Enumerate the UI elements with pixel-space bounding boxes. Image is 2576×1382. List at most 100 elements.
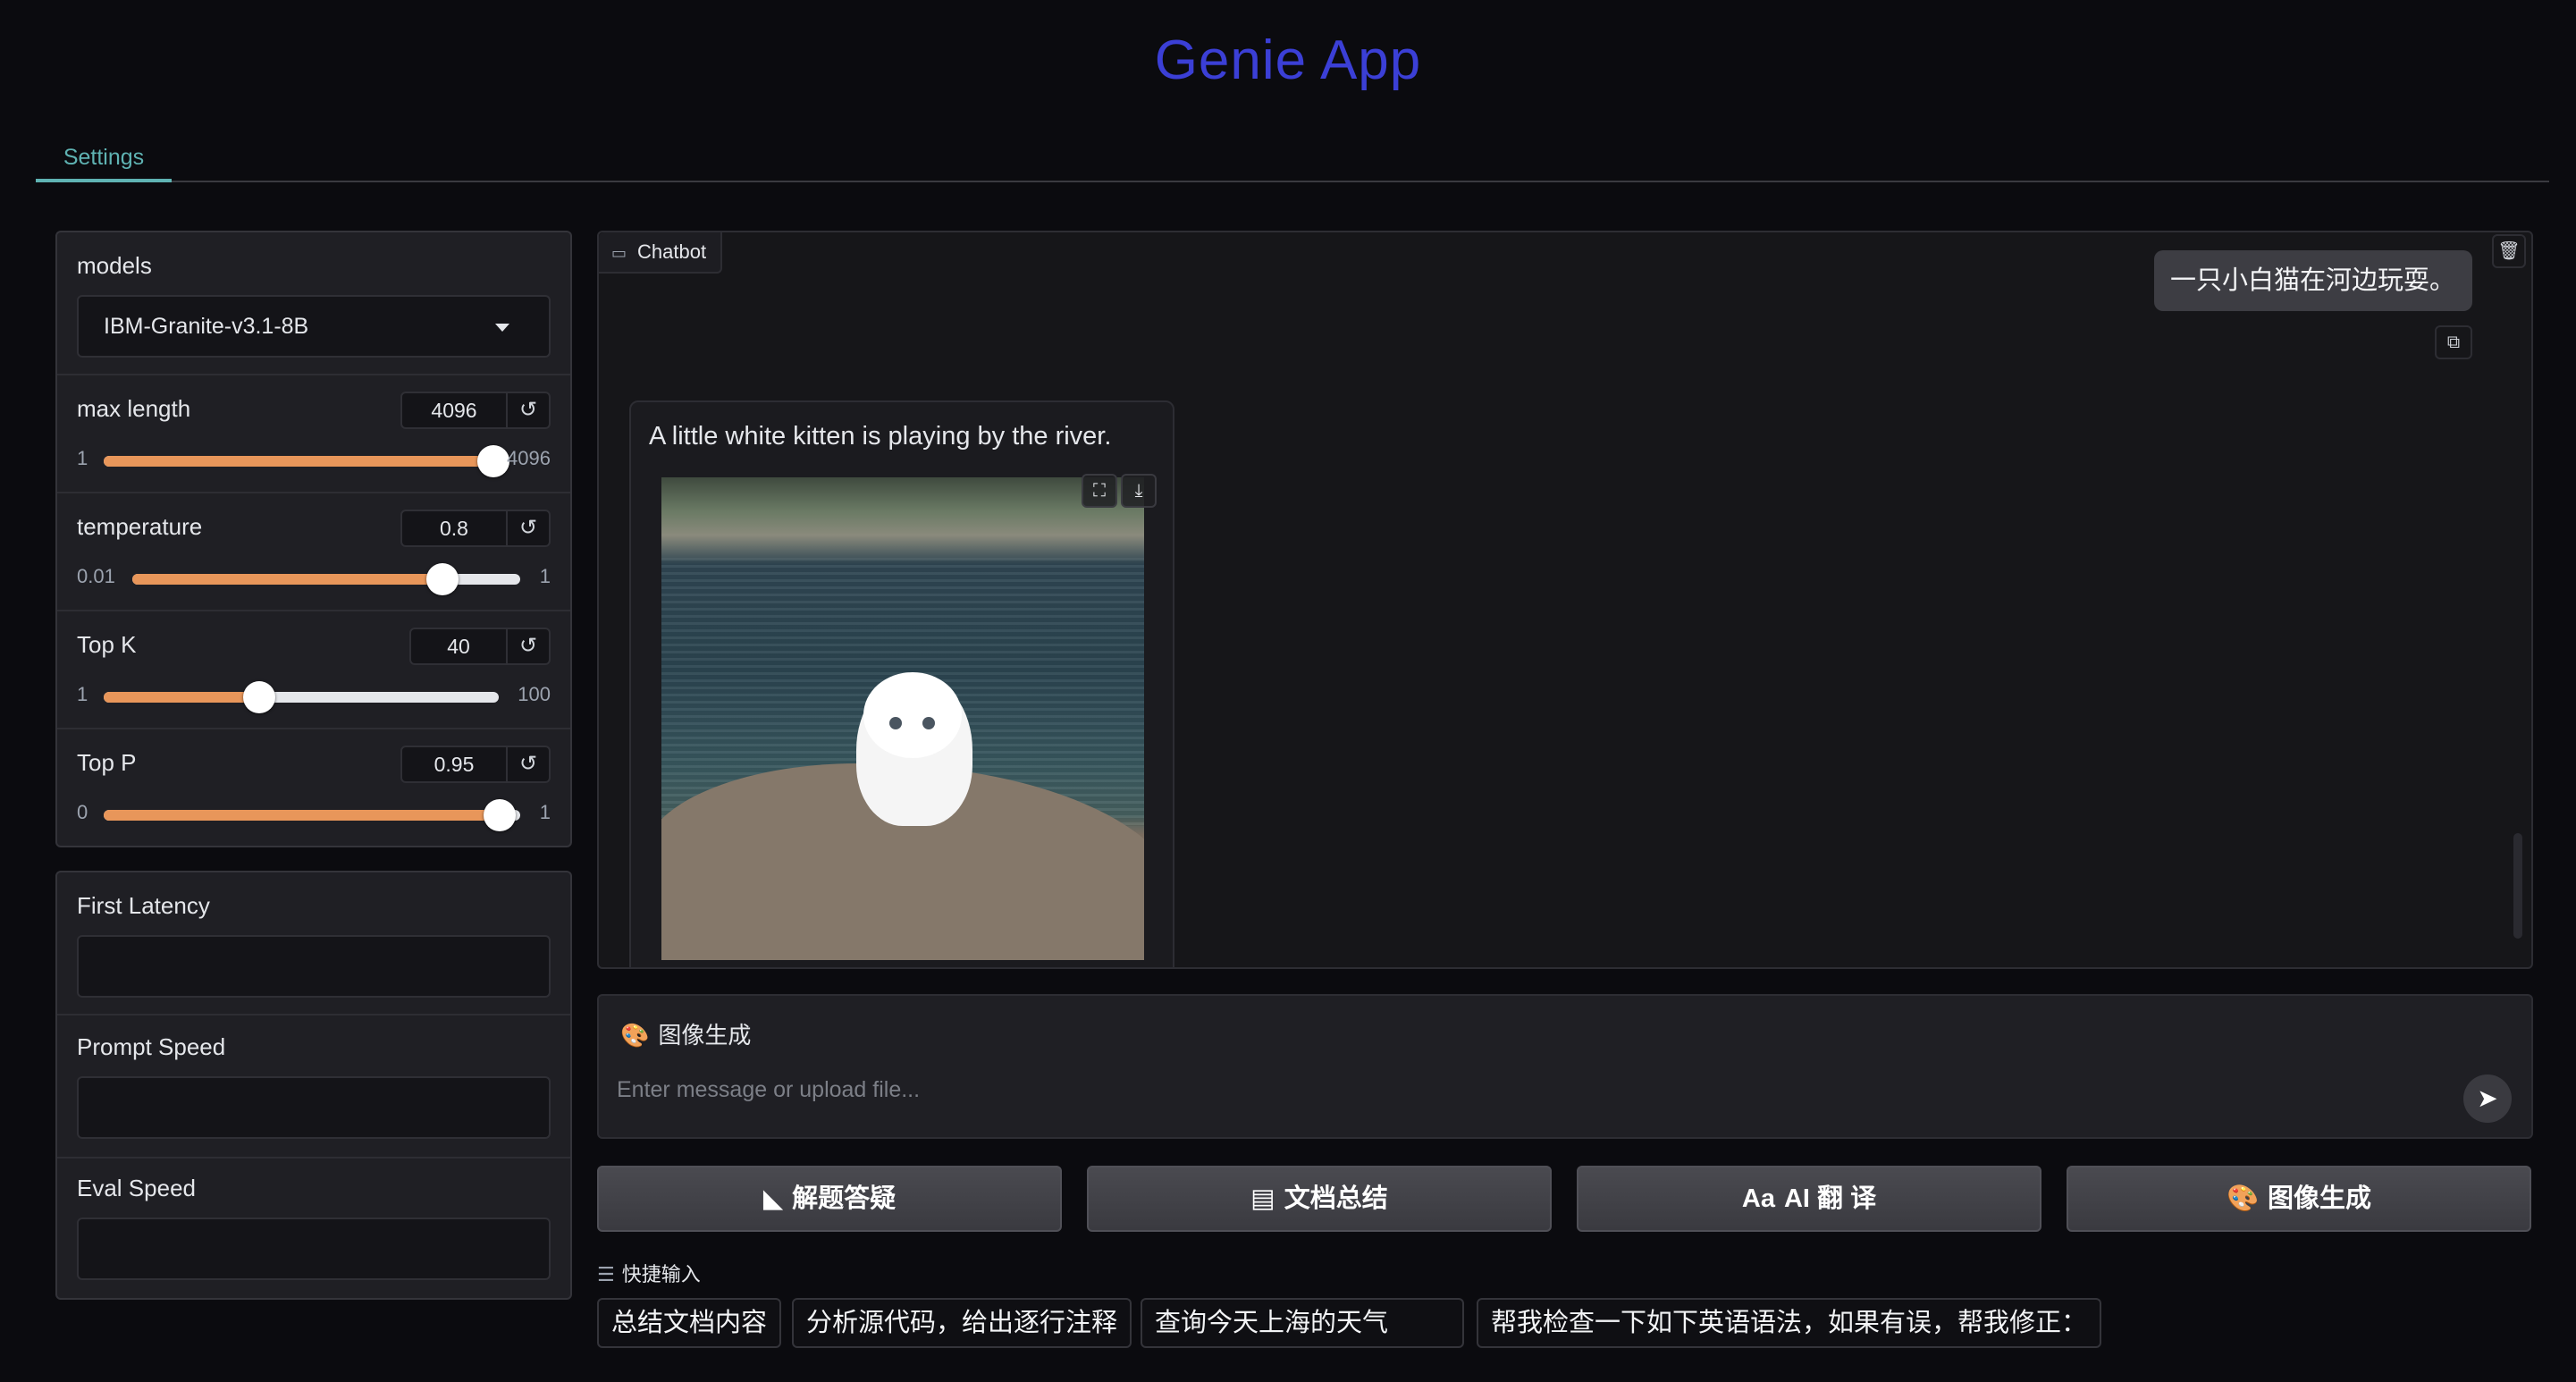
slider-thumb[interactable] [243,681,276,713]
action-button-image-gen[interactable]: 🎨 图像生成 [2067,1166,2531,1232]
max-length-label: max length [77,395,191,422]
model-selected-value: IBM-Granite-v3.1-8B [104,314,309,339]
copy-icon: ⧉ [2446,333,2461,352]
mode-label-text: 图像生成 [658,1022,752,1049]
quick-input-chip[interactable]: 帮我检查一下如下英语语法，如果有误，帮我修正： [1477,1298,2102,1348]
eval-speed-label: Eval Speed [77,1175,196,1201]
max-length-min: 1 [77,447,88,469]
top-k-block: Top K 40 ↺ 1 100 [57,611,570,729]
slider-thumb[interactable] [426,563,459,595]
top-k-max: 100 [518,683,551,705]
top-k-min: 1 [77,683,88,705]
metrics-panel: First Latency Prompt Speed Eval Speed [55,871,572,1300]
chatbot-panel: ▭ Chatbot 🗑 一只小白猫在河边玩耍。 ⧉ A little white … [597,231,2533,969]
font-size-icon: Aa [1741,1184,1775,1213]
tab-settings[interactable]: Settings [36,134,172,182]
top-p-reset-button[interactable]: ↺ [508,746,551,783]
quick-input-chip[interactable]: 分析源代码，给出逐行注释 [792,1298,1132,1348]
top-k-reset-button[interactable]: ↺ [508,628,551,665]
models-block: models IBM-Granite-v3.1-8B [57,232,570,375]
action-label: 图像生成 [2268,1184,2372,1213]
chat-icon: ▭ [611,244,627,262]
send-button[interactable]: ➤ [2463,1074,2512,1123]
prompt-speed-field [77,1076,551,1139]
slider-fill [104,692,260,703]
top-p-max: 1 [539,801,551,823]
models-label: models [77,252,152,279]
fullscreen-button[interactable]: ⛶ [1082,474,1117,508]
temperature-block: temperature 0.8 ↺ 0.01 1 [57,493,570,611]
temperature-reset-button[interactable]: ↺ [508,510,551,547]
fullscreen-icon: ⛶ [1093,481,1106,501]
palette-icon: 🎨 [620,1022,650,1049]
max-length-slider[interactable] [104,445,509,477]
trash-icon: 🗑 [2497,241,2521,261]
chat-scrollbar[interactable] [2513,833,2522,939]
max-length-block: max length 4096 ↺ 1 4096 [57,375,570,493]
top-p-slider[interactable] [104,799,520,831]
slider-fill [104,810,500,821]
top-k-slider[interactable] [104,681,499,713]
slider-thumb[interactable] [477,445,509,477]
temperature-slider[interactable] [132,563,520,595]
max-length-reset-button[interactable]: ↺ [508,392,551,429]
ruler-triangle-icon: ◣ [762,1184,784,1213]
model-dropdown[interactable]: IBM-Granite-v3.1-8B [77,295,551,358]
action-label: AI 翻 译 [1783,1184,1877,1213]
settings-panel: models IBM-Granite-v3.1-8B max length 40… [55,231,572,847]
max-length-max: 4096 [507,447,551,469]
assistant-message: A little white kitten is playing by the … [629,400,1174,967]
first-latency-block: First Latency [57,872,570,1015]
mode-label: 🎨 图像生成 [620,1017,751,1050]
max-length-input[interactable]: 4096 [400,392,508,429]
top-k-label: Top K [77,631,137,658]
tab-bar: Settings [36,134,2549,182]
first-latency-label: First Latency [77,892,210,919]
list-icon: ☰ [597,1263,615,1285]
app-root: Genie App Settings models IBM-Granite-v3… [0,0,2576,1382]
assistant-message-text: A little white kitten is playing by the … [649,422,1112,451]
quick-input-chip[interactable]: 查询今天上海的天气 [1141,1298,1464,1348]
chevron-down-icon [495,324,509,332]
image-kitten-head [863,672,962,758]
action-button-summarize[interactable]: ▤ 文档总结 [1087,1166,1552,1232]
message-input[interactable] [617,1067,2422,1112]
temperature-max: 1 [539,565,551,587]
chatbot-label: ▭ Chatbot [599,232,723,274]
send-icon: ➤ [2477,1084,2498,1112]
message-input-panel: 🎨 图像生成 ➤ [597,994,2533,1139]
clear-chat-button[interactable]: 🗑 [2492,234,2526,268]
slider-thumb[interactable] [483,799,516,831]
download-button[interactable]: ⤓ [1121,474,1157,508]
action-label: 文档总结 [1284,1184,1388,1213]
top-k-input[interactable]: 40 [409,628,508,665]
action-button-translate[interactable]: Aa AI 翻 译 [1577,1166,2041,1232]
generated-kitten-image [661,477,1144,960]
quick-input-label: ☰ 快捷输入 [597,1259,701,1287]
top-p-input[interactable]: 0.95 [400,746,508,783]
app-title: Genie App [1154,29,1422,91]
top-p-block: Top P 0.95 ↺ 0 1 [57,729,570,847]
copy-message-button[interactable]: ⧉ [2435,325,2472,359]
action-label: 解题答疑 [792,1184,897,1213]
temperature-min: 0.01 [77,565,115,587]
prompt-speed-block: Prompt Speed [57,1015,570,1159]
eval-speed-block: Eval Speed [57,1159,570,1300]
first-latency-field [77,935,551,998]
eval-speed-field [77,1218,551,1280]
action-button-solve[interactable]: ◣ 解题答疑 [597,1166,1062,1232]
image-kitten-eye [922,717,935,729]
temperature-label: temperature [77,513,203,540]
top-p-label: Top P [77,749,137,776]
temperature-input[interactable]: 0.8 [400,510,508,547]
palette-icon: 🎨 [2226,1184,2260,1213]
documents-icon: ▤ [1250,1184,1275,1213]
image-kitten-eye [889,717,902,729]
reset-icon: ↺ [518,398,538,422]
chatbot-label-text: Chatbot [637,240,707,263]
reset-icon: ↺ [518,752,538,776]
quick-input-label-text: 快捷输入 [621,1263,701,1285]
download-icon: ⤓ [1134,481,1143,501]
quick-input-chip[interactable]: 总结文档内容 [597,1298,782,1348]
slider-fill [104,456,493,467]
